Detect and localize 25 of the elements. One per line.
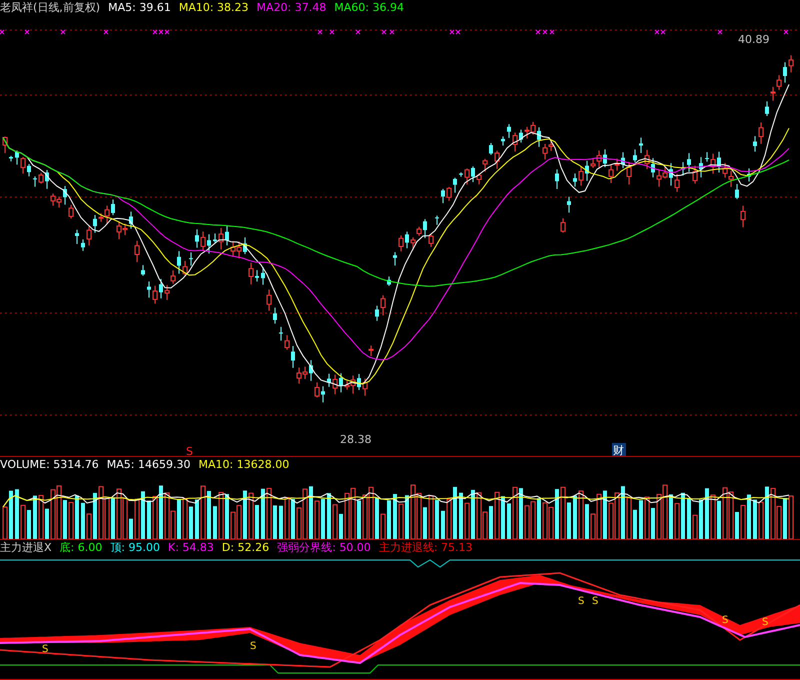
- signal-mark: S: [42, 644, 48, 655]
- finance-badge[interactable]: 财: [612, 443, 626, 456]
- indicator-reading: 强弱分界线: 50.00: [277, 540, 371, 555]
- high-price-label: 40.89: [738, 33, 770, 46]
- indicator-reading: 主力进退线: 75.13: [378, 540, 473, 555]
- indicator-reading: 底: 6.00: [60, 540, 102, 555]
- signal-mark: S: [762, 617, 768, 628]
- low-price-label: 28.38: [340, 433, 372, 446]
- signal-mark: S: [578, 596, 584, 607]
- indicator-reading: MA60: 36.94: [334, 1, 404, 14]
- signal-mark: S: [250, 641, 256, 652]
- panel-title: 主力进退X: [0, 540, 52, 555]
- signal-mark: S: [722, 615, 728, 626]
- indicator-reading: K: 54.83: [168, 541, 214, 554]
- signal-mark: S: [592, 596, 598, 607]
- indicator-reading: MA20: 37.48: [256, 1, 326, 14]
- indicator-reading: MA5: 39.61: [108, 1, 171, 14]
- indicator-reading: MA5: 14659.30: [106, 458, 191, 471]
- indicator-reading: D: 52.26: [222, 541, 270, 554]
- indicator-reading: 顶: 95.00: [110, 540, 160, 555]
- indicator-reading: VOLUME: 5314.76: [0, 458, 99, 471]
- panel-title: 老凤祥(日线,前复权): [0, 0, 100, 15]
- indicator-reading: MA10: 13628.00: [198, 458, 290, 471]
- indicator-reading: MA10: 38.23: [178, 1, 249, 14]
- signal-mark: S: [186, 445, 193, 456]
